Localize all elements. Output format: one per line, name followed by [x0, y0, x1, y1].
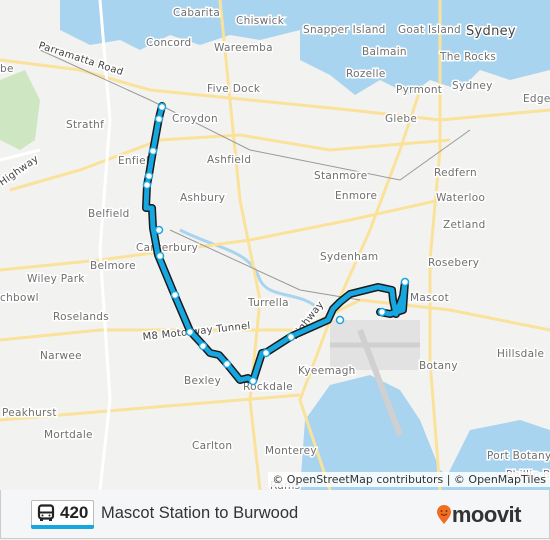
bus-stop[interactable]	[142, 180, 152, 190]
map-attribution[interactable]: © OpenStreetMap contributors | © OpenMap…	[268, 472, 550, 487]
label-edge: Edge	[523, 93, 550, 105]
label-pyrmont: Pyrmont	[396, 84, 442, 96]
label-turrella: Turrella	[247, 297, 289, 309]
bus-stop[interactable]	[154, 114, 164, 124]
label-enmore: Enmore	[335, 190, 377, 202]
bus-stop[interactable]	[222, 359, 232, 369]
label-cabarita: Cabarita	[173, 7, 220, 19]
bus-stop[interactable]	[144, 171, 154, 181]
label-rosebery: Rosebery	[428, 257, 479, 269]
label-kyeemagh: Kyeemagh	[298, 365, 356, 377]
route-footer: 420 Mascot Station to Burwood moovit	[0, 490, 550, 539]
label-rozelle: Rozelle	[346, 68, 386, 80]
label-goat-island: Goat Island	[398, 24, 461, 36]
bus-stop[interactable]	[148, 146, 158, 156]
bus-stop[interactable]	[335, 315, 345, 325]
label-hillsdale: Hillsdale	[497, 348, 544, 360]
label-punchbowl: chbowl	[0, 292, 39, 304]
label-croydon: Croydon	[172, 113, 218, 125]
label-waterloo: Waterloo	[436, 192, 485, 204]
bus-stop[interactable]	[377, 307, 387, 317]
label-zetland: Zetland	[443, 219, 486, 231]
label-balmain: Balmain	[362, 46, 407, 58]
moovit-wordmark: moovit	[451, 502, 522, 527]
label-snapper-island: Snapper Island	[303, 24, 386, 36]
bus-stop[interactable]	[261, 348, 271, 358]
label-sydney-small: Sydney	[452, 80, 493, 92]
bus-stop[interactable]	[185, 327, 195, 337]
label-sydenham: Sydenham	[320, 251, 378, 263]
label-strathfield: Strathf	[66, 119, 104, 131]
label-port-botany: Port Botany	[487, 450, 550, 462]
moovit-logo: moovit	[436, 502, 522, 528]
map-labels: Cabarita Chiswick Snapper Island Goat Is…	[0, 6, 550, 491]
label-chiswick: Chiswick	[236, 15, 285, 27]
label-glebe: Glebe	[385, 113, 417, 125]
bus-stop[interactable]	[154, 225, 164, 235]
route-number: 420	[60, 503, 89, 522]
label-belmore: Belmore	[90, 260, 136, 272]
water	[0, 0, 550, 490]
label-five-dock: Five Dock	[207, 83, 261, 95]
label-the-rocks: The Rocks	[439, 51, 496, 63]
label-mortdale: Mortdale	[44, 429, 93, 441]
moovit-pin-icon	[436, 505, 451, 524]
bus-stop[interactable]	[400, 277, 410, 287]
route-name: Mascot Station to Burwood	[101, 504, 299, 522]
label-concord: Concord	[146, 37, 192, 49]
bus-stop[interactable]	[198, 341, 208, 351]
label-ashfield: Ashfield	[207, 154, 251, 166]
bus-stop[interactable]	[155, 251, 165, 261]
label-bexley: Bexley	[184, 375, 221, 387]
bus-stop[interactable]	[170, 290, 180, 300]
label-carlton: Carlton	[192, 440, 232, 452]
label-belfield: Belfield	[88, 208, 130, 220]
label-ashbury: Ashbury	[180, 192, 225, 204]
label-canterbury: Canterbury	[136, 242, 198, 254]
label-botany: Botany	[419, 360, 458, 372]
label-redfern: Redfern	[434, 167, 477, 179]
route-badge: 420	[31, 500, 95, 529]
label-stanmore: Stanmore	[314, 170, 367, 182]
bus-icon	[37, 504, 55, 521]
label-narwee: Narwee	[40, 350, 82, 362]
label-wiley-park: Wiley Park	[27, 273, 85, 285]
bus-stop[interactable]	[286, 332, 296, 342]
label-monterey: Monterey	[265, 445, 317, 457]
label-wareemba: Wareemba	[214, 42, 273, 54]
label-parramatta-road: Parramatta Road	[37, 40, 125, 78]
label-peakhurst: Peakhurst	[2, 407, 57, 419]
map[interactable]: Cabarita Chiswick Snapper Island Goat Is…	[0, 0, 550, 490]
label-edge-west: be	[0, 63, 14, 75]
bus-stop[interactable]	[248, 376, 258, 386]
label-mascot: Mascot	[410, 292, 449, 304]
bus-stop[interactable]	[157, 102, 167, 112]
label-roselands: Roselands	[53, 311, 109, 323]
label-sydney: Sydney	[466, 24, 516, 39]
